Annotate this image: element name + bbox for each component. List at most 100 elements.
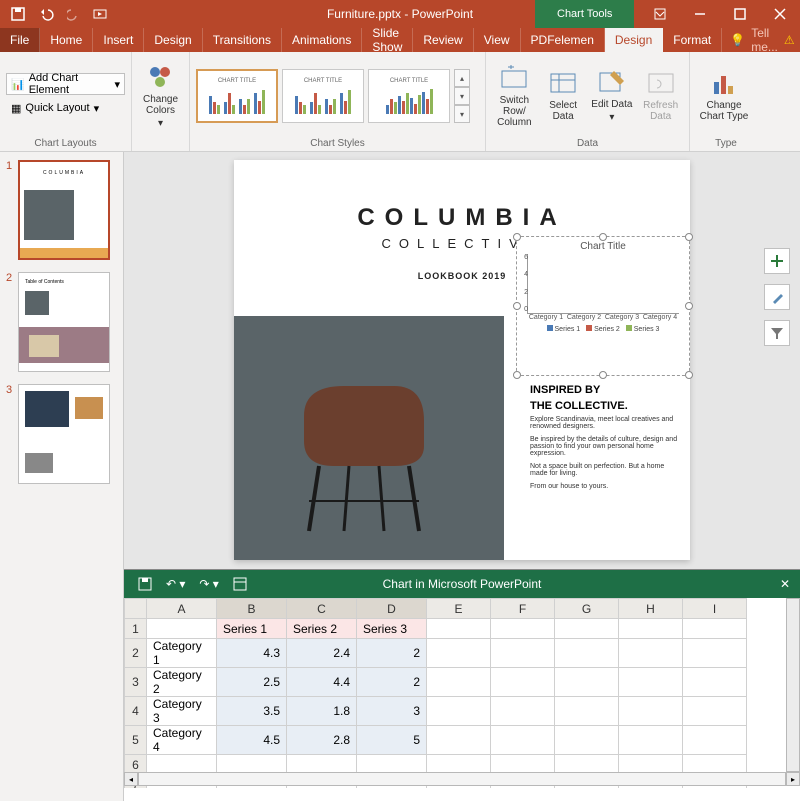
tell-me-search[interactable]: 💡 Tell me... ⚠ — [722, 28, 800, 52]
undo-icon[interactable] — [36, 4, 56, 24]
cell[interactable] — [555, 639, 619, 668]
change-chart-type-button[interactable]: Change Chart Type — [696, 58, 752, 134]
cell[interactable] — [619, 619, 683, 639]
cell[interactable]: Category 1 — [147, 639, 217, 668]
save-icon[interactable] — [138, 577, 152, 591]
cell[interactable]: 2.5 — [217, 668, 287, 697]
slide-thumb-3[interactable] — [18, 384, 110, 484]
cell[interactable]: 2.8 — [287, 726, 357, 755]
cell[interactable] — [683, 697, 747, 726]
cell[interactable] — [427, 697, 491, 726]
gallery-more-button[interactable]: ▾ — [454, 105, 470, 123]
cell[interactable] — [491, 697, 555, 726]
cell[interactable]: 4.5 — [217, 726, 287, 755]
cell[interactable]: Series 3 — [357, 619, 427, 639]
chart-plot-area[interactable]: 6420 — [527, 254, 679, 314]
col-header[interactable]: D — [357, 599, 427, 619]
cell[interactable]: 1.8 — [287, 697, 357, 726]
chart-style-1[interactable]: CHART TITLE — [196, 69, 278, 123]
tab-animations[interactable]: Animations — [282, 28, 362, 52]
cell[interactable] — [619, 668, 683, 697]
cell[interactable] — [619, 639, 683, 668]
cell[interactable] — [427, 668, 491, 697]
cell[interactable]: 4.4 — [287, 668, 357, 697]
horizontal-scrollbar[interactable]: ◂ ▸ — [124, 772, 800, 786]
tab-file[interactable]: File — [0, 28, 40, 52]
datasheet-close-icon[interactable]: ✕ — [780, 577, 790, 591]
add-chart-element-button[interactable]: 📊Add Chart Element▾ — [6, 73, 125, 95]
sheet-settings-icon[interactable] — [233, 577, 247, 591]
row-header[interactable]: 3 — [125, 668, 147, 697]
col-header[interactable]: F — [491, 599, 555, 619]
close-icon[interactable] — [760, 0, 800, 28]
tab-transitions[interactable]: Transitions — [203, 28, 282, 52]
slide-image[interactable] — [234, 316, 504, 560]
cell[interactable] — [427, 726, 491, 755]
chart-style-3[interactable]: CHART TITLE — [368, 69, 450, 123]
cell[interactable]: 2.4 — [287, 639, 357, 668]
col-header[interactable]: I — [683, 599, 747, 619]
select-all-cell[interactable] — [125, 599, 147, 619]
cell[interactable]: 2 — [357, 639, 427, 668]
row-header[interactable]: 2 — [125, 639, 147, 668]
cell[interactable] — [491, 639, 555, 668]
chart-styles-button[interactable] — [764, 284, 790, 310]
slide-thumb-1[interactable]: COLUMBIA — [18, 160, 110, 260]
cell[interactable] — [555, 668, 619, 697]
cell[interactable]: Series 1 — [217, 619, 287, 639]
cell[interactable]: 2 — [357, 668, 427, 697]
vertical-scrollbar[interactable] — [786, 598, 800, 772]
row-header[interactable]: 1 — [125, 619, 147, 639]
cell[interactable] — [683, 619, 747, 639]
cell[interactable]: 3 — [357, 697, 427, 726]
switch-row-column-button[interactable]: Switch Row/ Column — [492, 58, 537, 134]
tab-home[interactable]: Home — [40, 28, 93, 52]
slide-canvas[interactable]: COLUMBIA COLLECTIVE LOOKBOOK 2019 INSPIR… — [124, 152, 800, 801]
cell[interactable]: Category 3 — [147, 697, 217, 726]
ribbon-options-icon[interactable] — [640, 0, 680, 28]
cell[interactable] — [555, 619, 619, 639]
cell[interactable]: Category 2 — [147, 668, 217, 697]
slide-title[interactable]: COLUMBIA — [234, 204, 690, 232]
cell[interactable]: Category 4 — [147, 726, 217, 755]
change-colors-button[interactable]: Change Colors▾ — [138, 58, 183, 134]
edit-data-button[interactable]: Edit Data▾ — [590, 58, 635, 134]
chart-filters-button[interactable] — [764, 320, 790, 346]
save-icon[interactable] — [8, 4, 28, 24]
scroll-left-button[interactable]: ◂ — [124, 772, 138, 786]
cell[interactable] — [683, 639, 747, 668]
select-data-button[interactable]: Select Data — [541, 58, 586, 134]
gallery-down-button[interactable]: ▾ — [454, 87, 470, 105]
tab-slideshow[interactable]: Slide Show — [362, 28, 413, 52]
refresh-data-button[interactable]: Refresh Data — [638, 58, 683, 134]
cell[interactable]: 3.5 — [217, 697, 287, 726]
cell[interactable]: Series 2 — [287, 619, 357, 639]
col-header[interactable]: C — [287, 599, 357, 619]
cell[interactable] — [555, 726, 619, 755]
cell[interactable] — [683, 726, 747, 755]
cell[interactable] — [491, 619, 555, 639]
cell[interactable] — [619, 697, 683, 726]
data-grid[interactable]: A B C D E F G H I 1Series 1Series 2Serie… — [124, 598, 747, 788]
col-header[interactable]: H — [619, 599, 683, 619]
cell[interactable] — [427, 619, 491, 639]
quick-layout-button[interactable]: ▦Quick Layout▾ — [6, 97, 125, 119]
cell[interactable]: 5 — [357, 726, 427, 755]
cell[interactable] — [683, 668, 747, 697]
minimize-icon[interactable] — [680, 0, 720, 28]
cell[interactable] — [427, 639, 491, 668]
undo-icon[interactable]: ↶ ▾ — [166, 577, 185, 591]
chart-legend[interactable]: Series 1 Series 2 Series 3 — [517, 325, 689, 333]
tab-chart-design[interactable]: Design — [605, 28, 663, 52]
scroll-track[interactable] — [138, 772, 786, 786]
scroll-right-button[interactable]: ▸ — [786, 772, 800, 786]
slide-thumb-2[interactable]: Table of Contents — [18, 272, 110, 372]
chart-elements-button[interactable] — [764, 248, 790, 274]
tab-view[interactable]: View — [474, 28, 521, 52]
row-header[interactable]: 5 — [125, 726, 147, 755]
col-header[interactable]: G — [555, 599, 619, 619]
gallery-up-button[interactable]: ▴ — [454, 69, 470, 87]
cell[interactable]: 4.3 — [217, 639, 287, 668]
slide-body-text[interactable]: INSPIRED BY THE COLLECTIVE. Explore Scan… — [530, 384, 680, 496]
cell[interactable] — [491, 668, 555, 697]
